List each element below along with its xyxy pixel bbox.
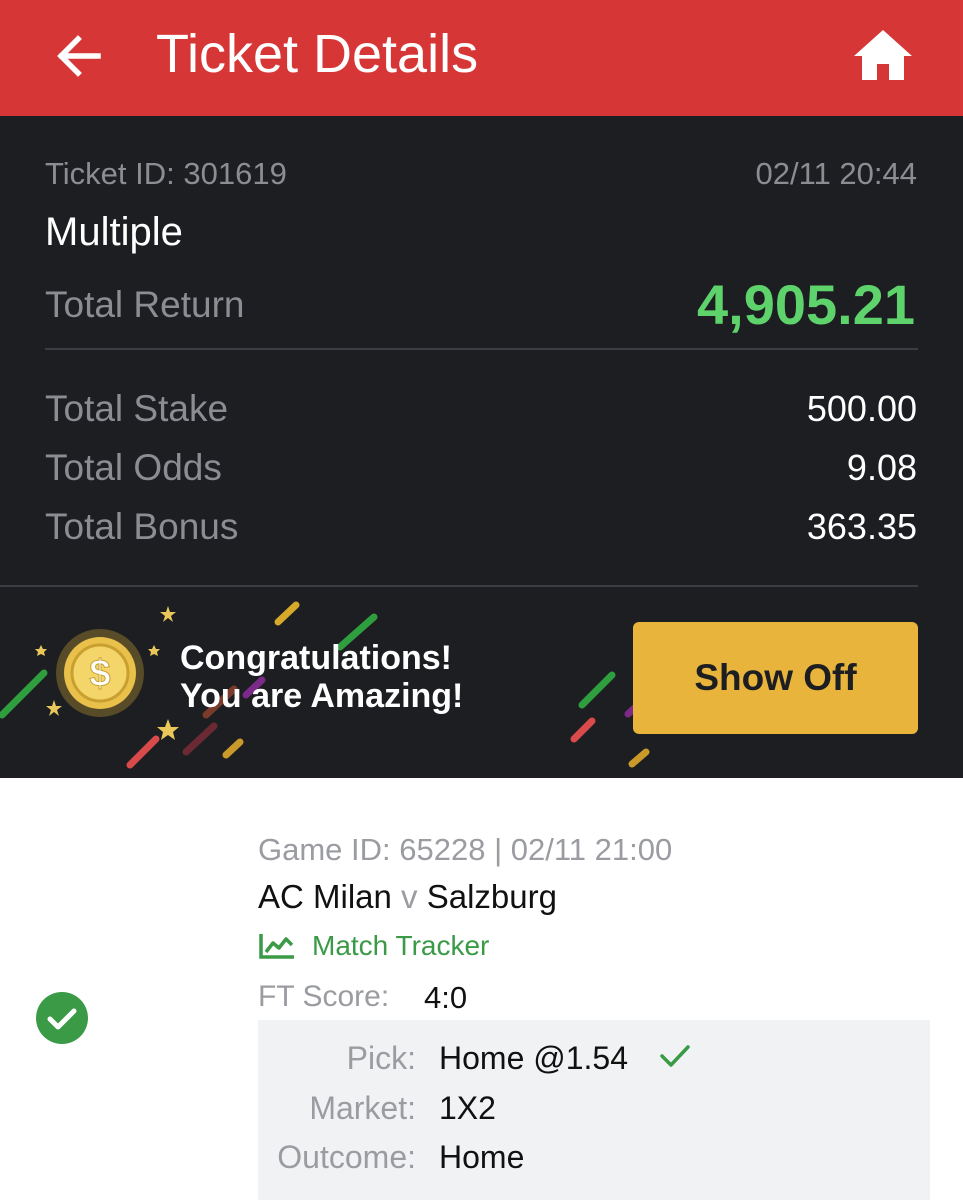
outcome-label: Outcome: <box>277 1139 416 1175</box>
versus-label: v <box>401 878 418 915</box>
total-odds-label: Total Odds <box>45 447 222 488</box>
outcome-value: Home <box>439 1139 525 1175</box>
ticket-summary: Ticket ID: 301619 02/11 20:44 Multiple T… <box>0 116 963 778</box>
congrats-line-2: You are Amazing! <box>180 677 464 715</box>
total-return-label: Total Return <box>45 284 245 325</box>
ticket-date: 02/11 20:44 <box>755 156 917 191</box>
check-icon <box>660 1045 690 1067</box>
congrats-line-1: Congratulations! <box>180 639 452 677</box>
back-button[interactable] <box>52 28 108 84</box>
pick-details: Pick: Home @1.54 Market: 1X2 Outcome: Ho… <box>258 1020 930 1200</box>
congrats-banner: $ Congratulations! You are Amazing! Show… <box>0 587 963 778</box>
match-selection: Game ID: 65228 | 02/11 21:00 AC Milan v … <box>0 778 963 1200</box>
divider <box>45 348 918 350</box>
pick-value: Home @1.54 <box>439 1040 629 1076</box>
total-odds-value: 9.08 <box>846 447 917 488</box>
away-team: Salzburg <box>426 878 557 915</box>
home-team: AC Milan <box>258 878 392 915</box>
bet-type: Multiple <box>45 210 183 254</box>
show-off-button[interactable]: Show Off <box>633 622 918 734</box>
market-value: 1X2 <box>439 1090 496 1126</box>
total-return-value: 4,905.21 <box>697 273 915 336</box>
market-label: Market: <box>309 1090 416 1126</box>
check-circle-icon <box>36 992 88 1044</box>
home-button[interactable] <box>852 26 914 84</box>
total-bonus-value: 363.35 <box>806 506 917 547</box>
chart-line-icon <box>259 934 294 959</box>
total-stake-label: Total Stake <box>45 388 229 429</box>
arrow-left-icon <box>57 35 101 77</box>
svg-text:$: $ <box>89 653 110 695</box>
total-stake-value: 500.00 <box>806 388 917 429</box>
home-icon <box>854 30 912 80</box>
total-bonus-label: Total Bonus <box>45 506 239 547</box>
ft-score-value: 4:0 <box>424 980 468 1015</box>
page-title: Ticket Details <box>156 24 479 84</box>
match-tracker-label: Match Tracker <box>312 930 490 961</box>
pick-label: Pick: <box>346 1040 416 1076</box>
gold-coin-icon: $ <box>56 629 144 717</box>
match-teams: AC Milan v Salzburg <box>258 878 557 916</box>
congrats-message: Congratulations! You are Amazing! <box>180 639 463 715</box>
match-tracker-link[interactable]: Match Tracker <box>258 926 489 966</box>
game-id-date: Game ID: 65228 | 02/11 21:00 <box>258 832 673 867</box>
ticket-id: Ticket ID: 301619 <box>45 156 287 191</box>
ft-score-label: FT Score: <box>258 980 390 1013</box>
app-header: Ticket Details <box>0 0 963 116</box>
